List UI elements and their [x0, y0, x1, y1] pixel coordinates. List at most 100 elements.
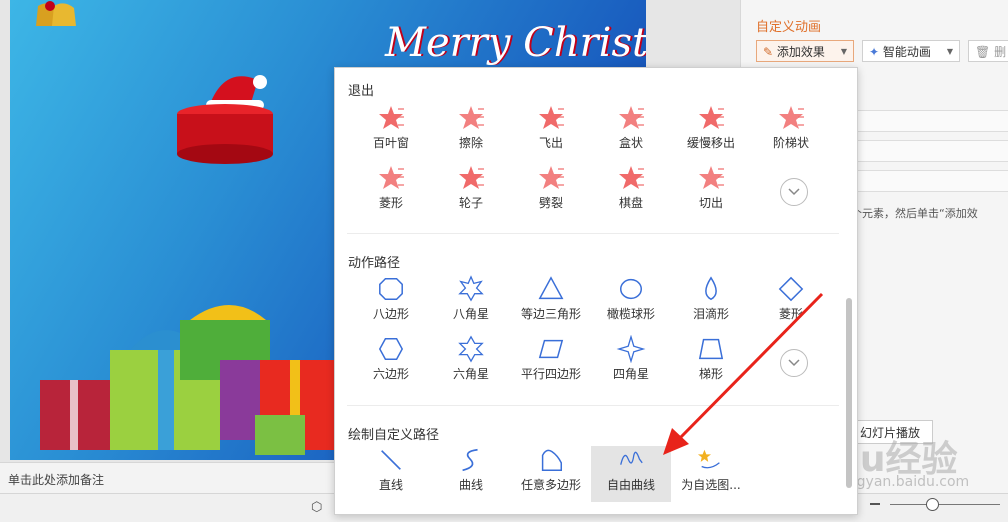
exit-effect-item[interactable]: 轮子	[431, 164, 511, 220]
pane-hint-text: 个元素，然后单击“添加效	[851, 207, 978, 220]
motion-path-icon	[776, 275, 806, 303]
scrollbar[interactable]	[846, 298, 852, 488]
notes-placeholder[interactable]: 单击此处添加备注	[8, 471, 104, 488]
exit-effect-item[interactable]: 劈裂	[511, 164, 591, 220]
motion-path-label: 平行四边形	[520, 367, 581, 381]
motion-path-icon	[616, 334, 646, 364]
custom-path-item[interactable]: 曲线	[431, 446, 511, 502]
add-effect-dropdown: 退出 动作路径 绘制自定义路径 百叶窗 擦除 飞出 盒状 缓慢移出 阶梯状 菱形…	[334, 67, 858, 515]
custom-path-label: 自由曲线	[606, 478, 655, 492]
zoom-slider-knob[interactable]	[926, 498, 939, 511]
custom-path-item[interactable]: 直线	[351, 446, 431, 502]
exit-effect-icon	[536, 104, 566, 132]
exit-effect-icon	[696, 164, 726, 192]
motion-path-item[interactable]: 橄榄球形	[591, 275, 671, 331]
exit-effect-icon	[376, 104, 406, 132]
exit-effect-icon	[376, 164, 406, 192]
exit-effect-label: 轮子	[458, 196, 483, 210]
more-exit-button[interactable]	[780, 178, 808, 206]
custom-path-icon	[616, 446, 646, 474]
add-effect-label: 添加效果	[776, 45, 825, 59]
exit-effect-item[interactable]: 飞出	[511, 104, 591, 160]
chevron-down-icon: ▼	[840, 47, 847, 56]
motion-path-item[interactable]: 梯形	[671, 335, 751, 391]
exit-effect-label: 擦除	[458, 136, 483, 150]
zoom-out-icon[interactable]	[870, 503, 880, 505]
custom-path-label: 任意多边形	[520, 478, 581, 492]
divider	[347, 405, 839, 406]
slide-title[interactable]: Merry Christmas	[385, 20, 646, 66]
motion-path-item[interactable]: 八边形	[351, 275, 431, 331]
motion-path-icon	[456, 275, 486, 303]
motion-path-icon	[536, 275, 566, 303]
motion-path-item[interactable]: 泪滴形	[671, 275, 751, 331]
motion-path-icon	[376, 275, 406, 303]
exit-effect-label: 阶梯状	[772, 136, 809, 150]
exit-effect-item[interactable]: 棋盘	[591, 164, 671, 220]
chevron-down-icon	[788, 359, 800, 367]
motion-path-item[interactable]: 八角星	[431, 275, 511, 331]
custom-path-icon	[456, 446, 486, 474]
pane-field[interactable]	[851, 170, 1008, 192]
section-exit-title: 退出	[348, 84, 375, 99]
exit-effect-label: 缓慢移出	[686, 136, 735, 150]
exit-effect-icon	[456, 164, 486, 192]
exit-effect-item[interactable]: 百叶窗	[351, 104, 431, 160]
exit-effect-item[interactable]: 切出	[671, 164, 751, 220]
gifts-image	[40, 305, 340, 455]
delete-button[interactable]: 🗑 删	[968, 40, 1008, 62]
add-effect-button[interactable]: ✎ 添加效果 ▼	[756, 40, 854, 62]
pane-field[interactable]	[851, 110, 1008, 132]
exit-effect-item[interactable]: 盒状	[591, 104, 671, 160]
motion-path-icon	[456, 335, 486, 363]
exit-effect-item[interactable]: 阶梯状	[751, 104, 831, 160]
smart-animation-button[interactable]: ✦ 智能动画 ▼	[862, 40, 960, 62]
pencil-icon: ✎	[763, 45, 774, 59]
chevron-down-icon: ▼	[946, 47, 953, 56]
exit-effect-icon	[616, 104, 646, 132]
custom-path-item[interactable]: 为自选图...	[671, 446, 751, 502]
motion-path-icon	[616, 275, 646, 303]
divider	[347, 233, 839, 234]
more-motion-button[interactable]	[780, 349, 808, 377]
exit-effect-icon	[776, 104, 806, 132]
smart-animation-label: 智能动画	[882, 45, 931, 59]
exit-effect-item[interactable]: 菱形	[351, 164, 431, 220]
exit-effect-icon	[456, 104, 486, 132]
motion-path-item[interactable]: 六角星	[431, 335, 511, 391]
watermark-url: jingyan.baidu.com	[840, 474, 970, 490]
motion-path-label: 菱形	[778, 307, 803, 321]
motion-path-label: 八边形	[372, 307, 409, 321]
exit-effect-label: 飞出	[538, 136, 563, 150]
exit-effect-label: 菱形	[378, 196, 403, 210]
motion-path-label: 四角星	[612, 367, 649, 381]
motion-path-item[interactable]: 四角星	[591, 334, 671, 391]
bell-icon	[36, 1, 76, 26]
custom-path-item[interactable]: 自由曲线	[591, 446, 671, 502]
exit-effect-icon	[696, 104, 726, 132]
section-motion-title: 动作路径	[348, 256, 401, 271]
motion-path-label: 六边形	[372, 367, 409, 381]
motion-path-label: 橄榄球形	[606, 307, 655, 321]
exit-effect-item[interactable]: 擦除	[431, 104, 511, 160]
zoom-slider[interactable]	[890, 504, 1000, 505]
exit-effect-item[interactable]: 缓慢移出	[671, 104, 751, 160]
motion-path-icon	[696, 275, 726, 303]
chevron-down-icon	[788, 188, 800, 196]
motion-path-item[interactable]: 菱形	[751, 275, 831, 331]
pane-field[interactable]	[851, 140, 1008, 162]
custom-path-item[interactable]: 任意多边形	[511, 446, 591, 502]
motion-path-item[interactable]: 等边三角形	[511, 275, 591, 331]
motion-path-label: 等边三角形	[520, 307, 581, 321]
custom-path-label: 曲线	[458, 478, 483, 492]
motion-path-label: 泪滴形	[692, 307, 729, 321]
motion-path-item[interactable]: 平行四边形	[511, 335, 591, 391]
motion-path-label: 梯形	[698, 367, 723, 381]
motion-path-icon	[376, 335, 406, 363]
custom-path-icon	[376, 446, 406, 474]
exit-effect-label: 切出	[698, 196, 723, 210]
motion-path-item[interactable]: 六边形	[351, 335, 431, 391]
motion-path-icon	[536, 335, 566, 363]
cube-icon[interactable]: ⬡	[311, 500, 322, 515]
motion-path-icon	[696, 335, 726, 363]
